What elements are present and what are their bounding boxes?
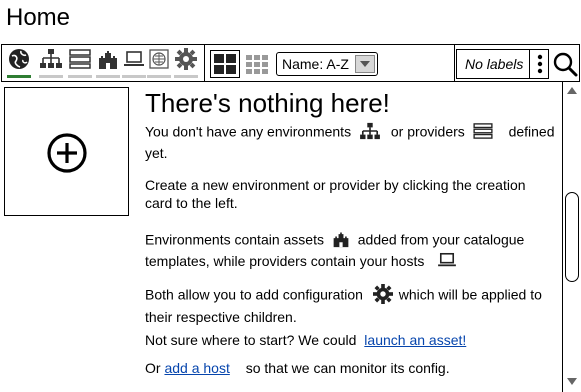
grid-view-button[interactable] bbox=[210, 50, 240, 78]
empty-state-paragraph-6: Or add a host so that we can monitor its… bbox=[145, 359, 555, 377]
castle-icon bbox=[332, 230, 350, 252]
scroll-up-icon[interactable] bbox=[565, 84, 579, 96]
more-options-icon[interactable] bbox=[529, 50, 550, 78]
gear-icon bbox=[372, 284, 393, 308]
tab-indicator bbox=[68, 75, 92, 78]
hierarchy-icon bbox=[359, 122, 381, 144]
empty-state-paragraph-4: Both allow you to add configuration whic… bbox=[145, 284, 555, 326]
globe-grid-icon[interactable] bbox=[147, 47, 171, 71]
toolbar-divider bbox=[204, 45, 205, 81]
plus-circle-icon bbox=[47, 133, 87, 173]
tab-indicator bbox=[122, 75, 146, 78]
empty-state-paragraph-5: Not sure where to start? We could launch… bbox=[145, 331, 555, 349]
scrollbar[interactable] bbox=[562, 82, 580, 392]
empty-state-paragraph-3: Environments contain assets added from y… bbox=[145, 230, 555, 272]
hierarchy-icon[interactable] bbox=[39, 47, 63, 71]
tab-indicator bbox=[147, 75, 171, 78]
p1-text-c: defined bbox=[508, 123, 555, 140]
p6-prefix: Or bbox=[145, 360, 161, 376]
empty-state-paragraph-1: You don't have any environments or provi… bbox=[145, 122, 555, 162]
laptop-icon bbox=[436, 252, 458, 272]
small-grid-icon bbox=[246, 55, 268, 74]
tab-indicator-active bbox=[7, 75, 31, 78]
empty-state-paragraph-2: Create a new environment or provider by … bbox=[145, 177, 526, 211]
page-title: Home bbox=[6, 4, 71, 31]
large-grid-icon bbox=[214, 54, 236, 74]
tab-indicator bbox=[39, 75, 63, 78]
launch-asset-link[interactable]: launch an asset! bbox=[364, 332, 466, 348]
tab-indicator bbox=[96, 75, 120, 78]
globe-icon[interactable] bbox=[7, 47, 31, 71]
p5-text: Not sure where to start? We could bbox=[145, 332, 357, 348]
p1-text-a: You don't have any environments bbox=[145, 123, 352, 140]
server-icon[interactable] bbox=[68, 47, 92, 71]
sort-select[interactable]: Name: A-Z bbox=[276, 52, 378, 76]
p1-text-b: or providers bbox=[390, 123, 465, 140]
sort-select-value: Name: A-Z bbox=[282, 56, 349, 72]
create-card[interactable] bbox=[4, 87, 129, 216]
toolbar-divider bbox=[454, 45, 455, 81]
empty-state-title: There's nothing here! bbox=[145, 88, 390, 118]
scroll-thumb[interactable] bbox=[565, 192, 579, 282]
castle-icon[interactable] bbox=[96, 47, 120, 71]
p6-suffix: so that we can monitor its config. bbox=[245, 360, 450, 376]
labels-filter[interactable]: No labels bbox=[456, 49, 549, 79]
gear-icon[interactable] bbox=[174, 47, 198, 71]
compact-grid-button[interactable] bbox=[243, 50, 273, 78]
search-icon[interactable] bbox=[552, 51, 578, 77]
p4-text-a: Both allow you to add configuration bbox=[145, 286, 363, 303]
add-host-link[interactable]: add a host bbox=[164, 360, 229, 376]
tab-indicator bbox=[174, 75, 198, 78]
p1-text-d: yet. bbox=[145, 145, 168, 161]
laptop-icon[interactable] bbox=[122, 47, 146, 71]
scroll-down-icon[interactable] bbox=[565, 376, 579, 388]
chevron-down-icon[interactable] bbox=[355, 55, 375, 73]
toolbar: Name: A-Z No labels bbox=[1, 44, 580, 82]
server-icon bbox=[473, 123, 493, 143]
labels-filter-value: No labels bbox=[465, 56, 524, 72]
p3-text-a: Environments contain assets bbox=[145, 231, 324, 248]
